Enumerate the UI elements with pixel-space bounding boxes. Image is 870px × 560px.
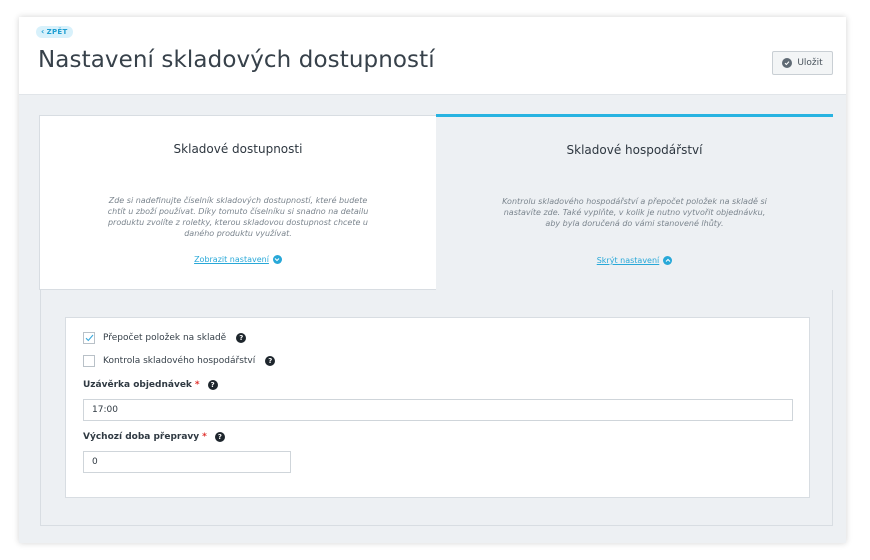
help-icon[interactable]: ? bbox=[265, 356, 276, 366]
show-settings-link[interactable]: Zobrazit nastavení bbox=[40, 255, 436, 264]
card-title: Skladové hospodářství bbox=[566, 143, 703, 157]
save-button[interactable]: Uložit bbox=[772, 51, 833, 75]
card-description: Kontrolu skladového hospodářství a přepo… bbox=[502, 197, 767, 228]
cutoff-input[interactable] bbox=[83, 399, 793, 421]
recalc-label: Přepočet položek na skladě bbox=[103, 333, 227, 343]
back-button[interactable]: ‹ ZPĚT bbox=[36, 26, 73, 38]
show-settings-label: Zobrazit nastavení bbox=[194, 255, 269, 264]
card-title: Skladové dostupnosti bbox=[173, 142, 303, 156]
chevron-down-circle-icon bbox=[272, 255, 282, 264]
required-mark: * bbox=[194, 380, 200, 390]
settings-panel: Přepočet položek na skladě ? Kontrola sk… bbox=[40, 290, 833, 526]
control-checkbox[interactable] bbox=[83, 355, 95, 367]
tab-card-stock-management[interactable]: Skladové hospodářství Kontrolu skladovéh… bbox=[436, 114, 833, 290]
required-mark: * bbox=[202, 432, 207, 442]
recalc-checkbox[interactable] bbox=[83, 332, 95, 344]
cutoff-label: Uzávěrka objednávek * ? bbox=[83, 380, 218, 390]
settings-form: Přepočet položek na skladě ? Kontrola sk… bbox=[65, 317, 810, 498]
shipping-input[interactable] bbox=[83, 451, 291, 473]
card-description: Zde si nadefinujte číselník skladových d… bbox=[107, 196, 369, 238]
chevron-left-icon: ‹ bbox=[41, 27, 45, 36]
page-header: ‹ ZPĚT Nastavení skladových dostupností … bbox=[19, 17, 846, 95]
control-label: Kontrola skladového hospodářství bbox=[103, 356, 256, 366]
back-label: ZPĚT bbox=[46, 28, 68, 36]
check-circle-icon bbox=[782, 58, 793, 68]
settings-window: ‹ ZPĚT Nastavení skladových dostupností … bbox=[19, 17, 846, 543]
cutoff-label-text: Uzávěrka objednávek bbox=[83, 380, 192, 390]
help-icon[interactable]: ? bbox=[207, 380, 218, 390]
page-title: Nastavení skladových dostupností bbox=[38, 47, 435, 73]
recalc-checkbox-row[interactable]: Přepočet položek na skladě ? bbox=[83, 332, 247, 344]
control-checkbox-row[interactable]: Kontrola skladového hospodářství ? bbox=[83, 355, 276, 367]
hide-settings-link[interactable]: Skrýt nastavení bbox=[436, 256, 833, 265]
chevron-up-circle-icon bbox=[663, 256, 673, 265]
shipping-label: Výchozí doba přepravy * ? bbox=[83, 432, 225, 442]
tab-card-stock-availability[interactable]: Skladové dostupnosti Zde si nadefinujte … bbox=[39, 115, 437, 290]
help-icon[interactable]: ? bbox=[214, 432, 225, 442]
hide-settings-label: Skrýt nastavení bbox=[596, 256, 660, 265]
shipping-label-text: Výchozí doba přepravy bbox=[83, 432, 200, 442]
help-icon[interactable]: ? bbox=[236, 333, 247, 343]
save-label: Uložit bbox=[797, 58, 823, 68]
